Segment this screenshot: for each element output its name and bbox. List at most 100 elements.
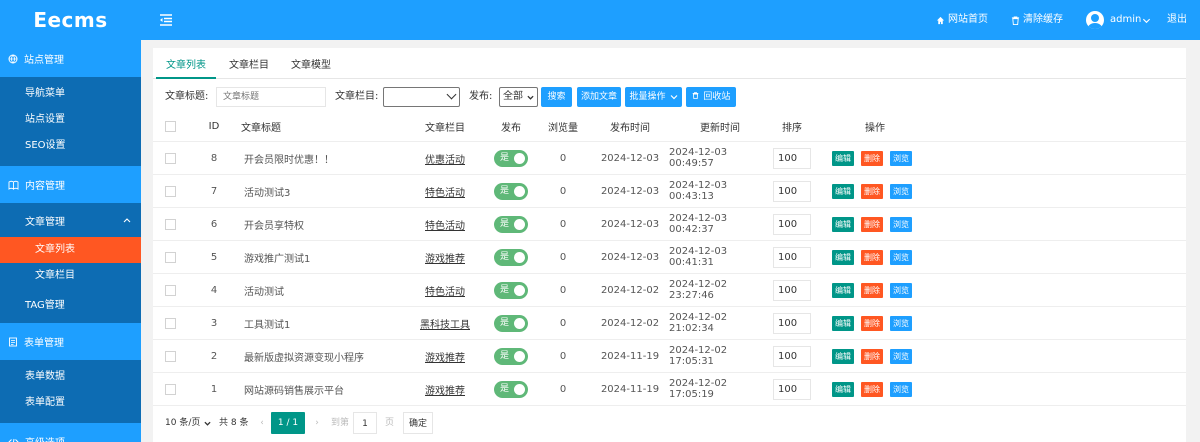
publish-toggle[interactable]: 是 — [494, 215, 528, 233]
view-button[interactable]: 浏览 — [890, 150, 912, 166]
view-button[interactable]: 浏览 — [890, 315, 912, 331]
sidebar-item-nav-menu[interactable]: 导航菜单 — [0, 81, 141, 107]
row-category-link[interactable]: 黑科技工具 — [420, 316, 470, 331]
publish-toggle[interactable]: 是 — [494, 281, 528, 299]
title-filter-input[interactable] — [216, 87, 326, 107]
delete-button[interactable]: 删除 — [861, 282, 883, 298]
view-button[interactable]: 浏览 — [890, 282, 912, 298]
sort-input[interactable]: 100 — [773, 345, 811, 367]
sort-input[interactable]: 100 — [773, 147, 811, 169]
tab-article-list[interactable]: 文章列表 — [156, 53, 216, 79]
top-header: Eecms 网站首页 清除缓存 admin 退出 — [0, 0, 1200, 40]
logo[interactable]: Eecms — [0, 0, 141, 40]
row-checkbox[interactable] — [164, 317, 176, 329]
edit-button[interactable]: 编辑 — [832, 216, 854, 232]
site-home-label: 网站首页 — [948, 14, 988, 25]
row-category-link[interactable]: 游戏推荐 — [425, 349, 465, 364]
next-page-icon[interactable]: › — [311, 412, 323, 434]
recycle-bin-button[interactable]: 回收站 — [686, 87, 736, 107]
search-button[interactable]: 搜索 — [541, 87, 572, 107]
row-checkbox[interactable] — [164, 251, 176, 263]
sidebar-item-site-settings[interactable]: 站点设置 — [0, 107, 141, 133]
sidebar-group-content[interactable]: 内容管理 — [0, 166, 141, 203]
row-category-link[interactable]: 游戏推荐 — [425, 250, 465, 265]
edit-button[interactable]: 编辑 — [832, 282, 854, 298]
row-id: 4 — [210, 284, 218, 296]
prev-page-icon[interactable]: ‹ — [256, 412, 268, 434]
select-all-checkbox[interactable] — [164, 121, 176, 132]
row-category-link[interactable]: 特色活动 — [425, 217, 465, 232]
edit-button[interactable]: 编辑 — [832, 249, 854, 265]
view-button[interactable]: 浏览 — [890, 348, 912, 364]
add-article-button[interactable]: 添加文章 — [577, 87, 621, 107]
delete-button[interactable]: 删除 — [861, 315, 883, 331]
sidebar-submenu-articles[interactable]: 文章管理 — [0, 203, 141, 237]
sort-input[interactable]: 100 — [773, 180, 811, 202]
publish-filter-label: 发布: — [469, 91, 493, 102]
category-select[interactable] — [383, 87, 460, 107]
row-checkbox[interactable] — [164, 383, 176, 395]
edit-button[interactable]: 编辑 — [832, 315, 854, 331]
sidebar-item-tag[interactable]: TAG管理 — [0, 289, 141, 323]
sidebar-group-forms[interactable]: 表单管理 — [0, 323, 141, 360]
view-button[interactable]: 浏览 — [890, 249, 912, 265]
menu-toggle-icon[interactable] — [159, 13, 173, 27]
sidebar-item-seo[interactable]: SEO设置 — [0, 133, 141, 159]
publish-toggle-label: 是 — [500, 317, 510, 328]
delete-button[interactable]: 删除 — [861, 348, 883, 364]
delete-button[interactable]: 删除 — [861, 249, 883, 265]
row-category-link[interactable]: 特色活动 — [425, 184, 465, 199]
publish-toggle[interactable]: 是 — [494, 347, 528, 365]
sidebar-group-site[interactable]: 站点管理 — [0, 40, 141, 77]
row-checkbox[interactable] — [164, 152, 176, 164]
delete-button[interactable]: 删除 — [861, 150, 883, 166]
site-home-link[interactable]: 网站首页 — [936, 0, 988, 40]
publish-select[interactable]: 全部 — [499, 87, 538, 107]
chevron-down-icon — [527, 95, 534, 100]
row-checkbox[interactable] — [164, 284, 176, 296]
row-category-link[interactable]: 优惠活动 — [425, 151, 465, 166]
view-button[interactable]: 浏览 — [890, 183, 912, 199]
edit-button[interactable]: 编辑 — [832, 150, 854, 166]
sidebar-item-article-list[interactable]: 文章列表 — [0, 237, 141, 263]
sidebar-item-form-data[interactable]: 表单数据 — [0, 364, 141, 390]
row-checkbox[interactable] — [164, 350, 176, 362]
row-upd-time: 2024-12-03 00:43:13 — [669, 180, 728, 202]
row-category-link[interactable]: 特色活动 — [425, 283, 465, 298]
edit-button[interactable]: 编辑 — [832, 381, 854, 397]
delete-button[interactable]: 删除 — [861, 216, 883, 232]
publish-toggle[interactable]: 是 — [494, 182, 528, 200]
tab-article-model[interactable]: 文章模型 — [281, 53, 341, 79]
current-page[interactable]: 1 / 1 — [271, 412, 305, 434]
tab-article-category[interactable]: 文章栏目 — [219, 53, 279, 79]
publish-toggle[interactable]: 是 — [494, 314, 528, 332]
publish-toggle-label: 是 — [500, 350, 510, 361]
goto-page-input[interactable]: 1 — [353, 412, 377, 434]
edit-button[interactable]: 编辑 — [832, 348, 854, 364]
batch-action-button[interactable]: 批量操作 — [625, 87, 682, 107]
row-category-link[interactable]: 游戏推荐 — [425, 382, 465, 397]
delete-button[interactable]: 删除 — [861, 381, 883, 397]
per-page-select[interactable]: 10 条/页 — [165, 412, 211, 434]
row-checkbox[interactable] — [164, 185, 176, 197]
sort-input[interactable]: 100 — [773, 213, 811, 235]
logout-link[interactable]: 退出 — [1167, 0, 1187, 40]
publish-toggle[interactable]: 是 — [494, 149, 528, 167]
publish-toggle[interactable]: 是 — [494, 248, 528, 266]
edit-button[interactable]: 编辑 — [832, 183, 854, 199]
sort-input[interactable]: 100 — [773, 246, 811, 268]
user-menu[interactable]: admin — [1086, 0, 1151, 40]
sidebar-item-form-config[interactable]: 表单配置 — [0, 390, 141, 416]
sort-input[interactable]: 100 — [773, 279, 811, 301]
clear-cache-link[interactable]: 清除缓存 — [1011, 0, 1063, 40]
sort-input[interactable]: 100 — [773, 312, 811, 334]
publish-toggle[interactable]: 是 — [494, 380, 528, 398]
row-checkbox[interactable] — [164, 218, 176, 230]
view-button[interactable]: 浏览 — [890, 216, 912, 232]
goto-confirm-button[interactable]: 确定 — [403, 412, 433, 434]
sort-input[interactable]: 100 — [773, 378, 811, 400]
sidebar-item-article-category[interactable]: 文章栏目 — [0, 263, 141, 289]
sidebar-group-advanced[interactable]: 高级选项 — [0, 423, 141, 442]
delete-button[interactable]: 删除 — [861, 183, 883, 199]
view-button[interactable]: 浏览 — [890, 381, 912, 397]
